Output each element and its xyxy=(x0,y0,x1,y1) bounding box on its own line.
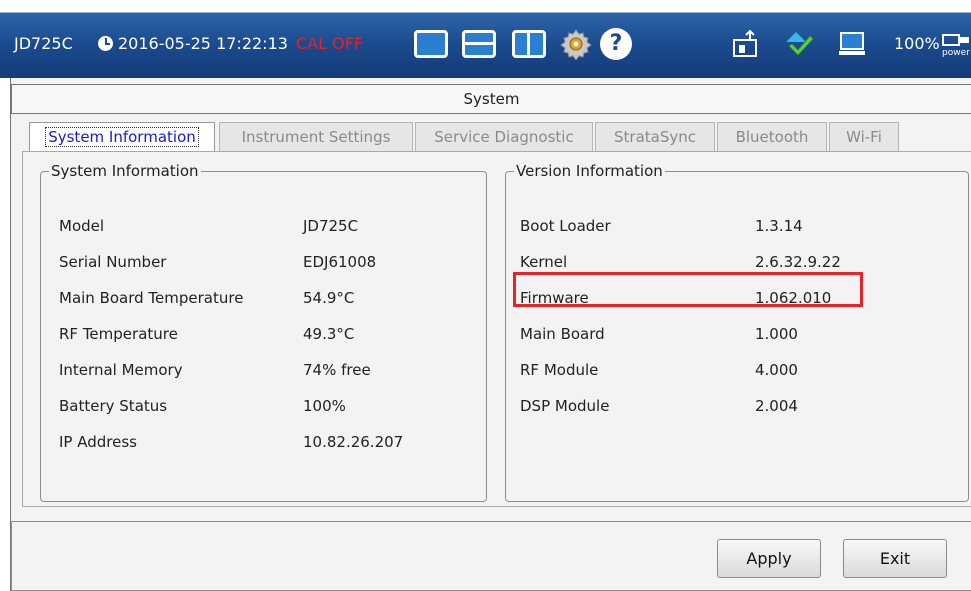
clock-icon xyxy=(98,36,113,51)
row-label: Model xyxy=(59,217,105,235)
row-value: 2.6.32.9.22 xyxy=(755,253,841,271)
help-icon[interactable]: ? xyxy=(600,28,632,60)
tab-service-diagnostic[interactable]: Service Diagnostic xyxy=(415,122,593,152)
tab-bar: System Information Instrument Settings S… xyxy=(29,122,929,153)
tab-system-information[interactable]: System Information xyxy=(29,122,215,153)
sync-icon xyxy=(786,32,814,56)
row-label: Internal Memory xyxy=(59,361,183,379)
system-information-group: System Information Model JD725C Serial N… xyxy=(40,162,487,502)
app-window: JD725C 2016-05-25 17:22:13 CAL OFF ? 100… xyxy=(0,0,971,591)
main-panel: System System Information Instrument Set… xyxy=(10,78,971,591)
row-value: 10.82.26.207 xyxy=(303,433,404,451)
window-title: System xyxy=(11,84,971,114)
row-value: 100% xyxy=(303,397,346,415)
usb-icon xyxy=(733,30,757,57)
row-label: Main Board Temperature xyxy=(59,289,244,307)
tab-content-panel: System Information Model JD725C Serial N… xyxy=(22,151,971,507)
row-value: 54.9°C xyxy=(303,289,355,307)
power-label: power xyxy=(942,48,970,58)
screen-icon xyxy=(839,32,865,55)
row-label: Main Board xyxy=(520,325,605,343)
cal-status-label: CAL OFF xyxy=(296,34,364,53)
row-value: EDJ61008 xyxy=(303,253,377,271)
battery-label: 100% xyxy=(894,34,940,53)
tab-label: System Information xyxy=(45,127,199,147)
row-value: 49.3°C xyxy=(303,325,355,343)
row-value: 2.004 xyxy=(755,397,798,415)
row-label: DSP Module xyxy=(520,397,610,415)
tab-wifi[interactable]: Wi-Fi xyxy=(829,122,899,152)
row-value: 1.062.010 xyxy=(755,289,832,307)
row-value: 1.3.14 xyxy=(755,217,803,235)
datetime-label: 2016-05-25 17:22:13 xyxy=(118,34,288,53)
version-information-title: Version Information xyxy=(516,162,663,180)
row-label: IP Address xyxy=(59,433,137,451)
row-label: Serial Number xyxy=(59,253,167,271)
row-label: Firmware xyxy=(520,289,589,307)
row-value: 74% free xyxy=(303,361,371,379)
row-label: Battery Status xyxy=(59,397,168,415)
apply-button[interactable]: Apply xyxy=(717,539,821,578)
row-value: 1.000 xyxy=(755,325,798,343)
model-label: JD725C xyxy=(14,34,73,53)
row-label: RF Temperature xyxy=(59,325,178,343)
layout-split-h-button[interactable] xyxy=(462,30,496,58)
row-label: Kernel xyxy=(520,253,568,271)
row-value: 4.000 xyxy=(755,361,798,379)
version-information-group: Version Information Boot Loader 1.3.14 K… xyxy=(505,162,969,502)
tab-instrument-settings[interactable]: Instrument Settings xyxy=(219,122,413,152)
exit-button[interactable]: Exit xyxy=(843,539,947,578)
gear-icon[interactable] xyxy=(560,28,592,60)
status-bar: JD725C 2016-05-25 17:22:13 CAL OFF ? 100… xyxy=(0,0,971,78)
button-bar: Apply Exit xyxy=(11,521,971,591)
layout-split-v-button[interactable] xyxy=(512,30,546,58)
row-value: JD725C xyxy=(303,217,359,235)
system-information-title: System Information xyxy=(51,162,199,180)
tab-bluetooth[interactable]: Bluetooth xyxy=(717,122,827,152)
row-label: RF Module xyxy=(520,361,599,379)
tab-stratasync[interactable]: StrataSync xyxy=(595,122,715,152)
layout-full-button[interactable] xyxy=(414,30,448,58)
row-label: Boot Loader xyxy=(520,217,611,235)
